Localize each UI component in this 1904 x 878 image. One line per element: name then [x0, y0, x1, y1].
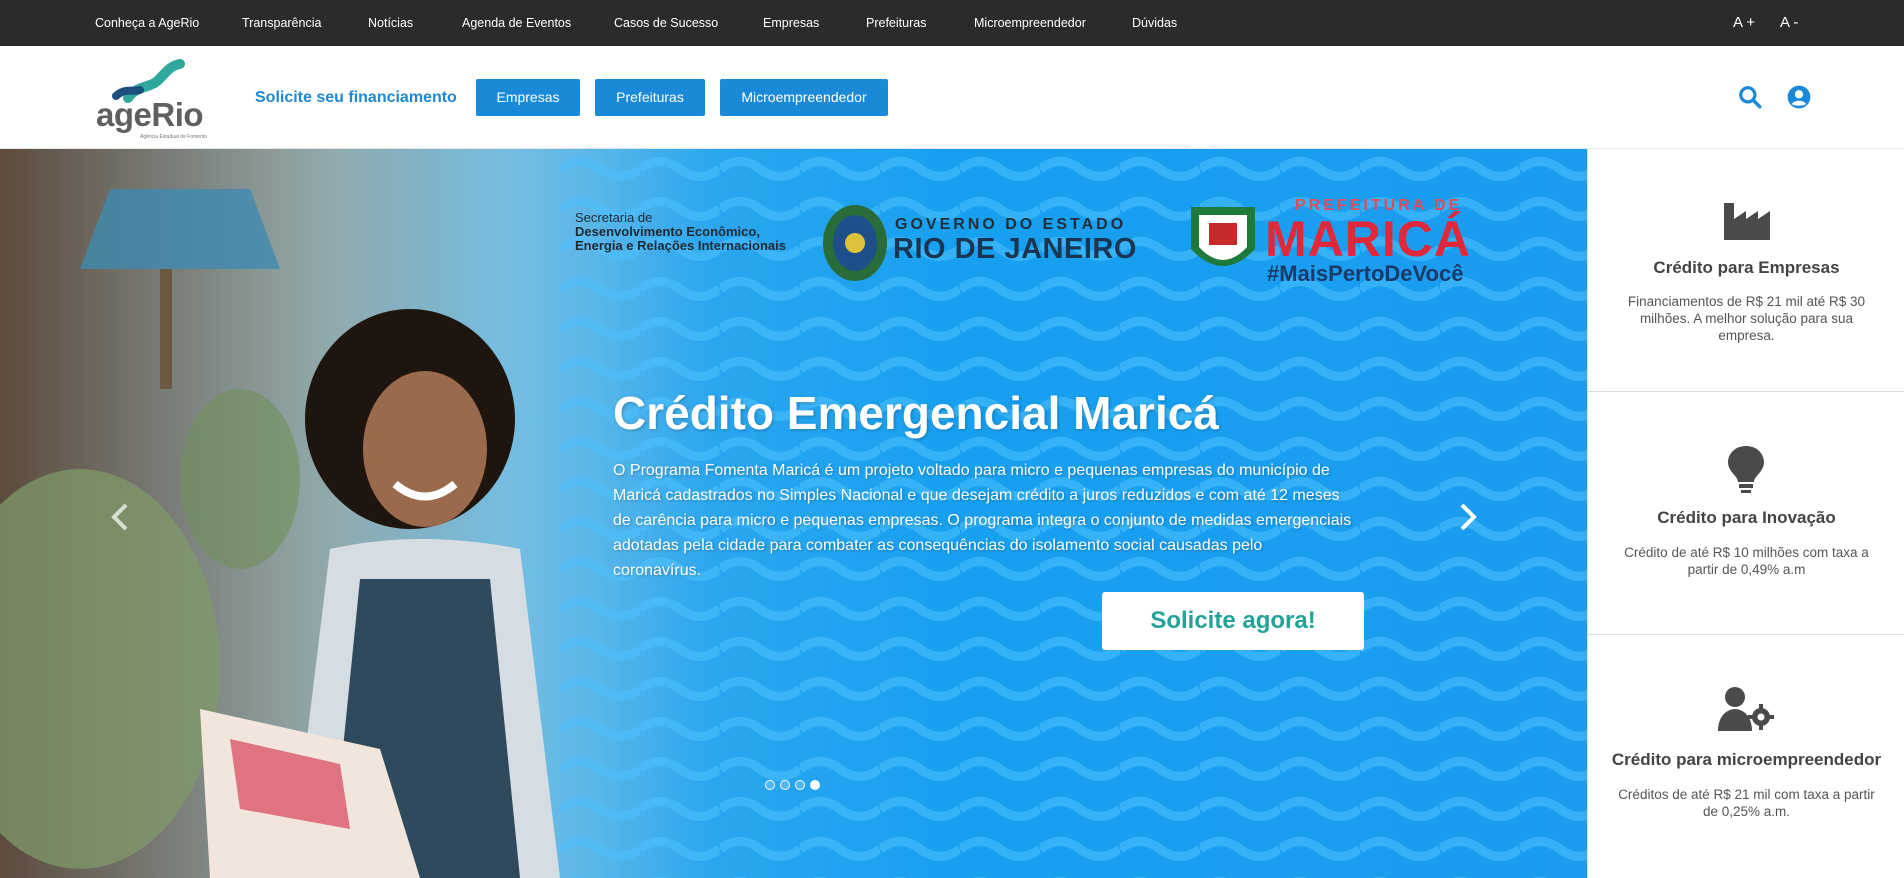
- empresas-button[interactable]: Empresas: [476, 79, 580, 116]
- rio-state-coat-of-arms-icon: [823, 205, 887, 281]
- card-desc-empresas: Financiamentos de R$ 21 mil até R$ 30 mi…: [1627, 294, 1866, 343]
- hero-title: Crédito Emergencial Maricá: [613, 387, 1219, 439]
- secretaria-line2: Desenvolvimento Econômico,: [575, 224, 760, 239]
- card-credito-empresas[interactable]: Crédito para Empresas Financiamentos de …: [1588, 149, 1904, 392]
- gov-estado-small-text: GOVERNO DO ESTADO: [895, 216, 1127, 233]
- site-header: ageRio Agência Estadual de Fomento Solic…: [0, 46, 1904, 149]
- card-title-inovacao: Crédito para Inovação: [1657, 508, 1836, 527]
- top-navigation-bar: Conheça a AgeRio Transparência Notícias …: [0, 0, 1904, 46]
- carousel-prev-arrow-icon[interactable]: [108, 499, 132, 535]
- lightbulb-icon: [1728, 446, 1764, 493]
- agerio-logo[interactable]: ageRio Agência Estadual de Fomento: [96, 58, 216, 142]
- factory-icon: [1724, 203, 1770, 240]
- marica-coat-of-arms-icon: [1191, 207, 1255, 266]
- topnav-link-duvidas[interactable]: Dúvidas: [1132, 0, 1177, 46]
- font-decrease-button[interactable]: A -: [1780, 0, 1798, 46]
- carousel-dot-3[interactable]: [795, 780, 805, 790]
- secretaria-line3: Energia e Relações Internacionais: [575, 238, 786, 253]
- card-title-microempreendedor: Crédito para microempreendedor: [1611, 750, 1882, 769]
- hero-carousel: Secretaria de Desenvolvimento Econômico,…: [0, 149, 1587, 878]
- prefeituras-button[interactable]: Prefeituras: [595, 79, 705, 116]
- topnav-link-casos[interactable]: Casos de Sucesso: [614, 0, 718, 46]
- card-title-empresas: Crédito para Empresas: [1653, 258, 1840, 277]
- card-desc-microempreendedor: Créditos de até R$ 21 mil com taxa a par…: [1618, 787, 1875, 819]
- topnav-link-prefeituras[interactable]: Prefeituras: [866, 0, 926, 46]
- user-gear-icon: [1718, 687, 1774, 731]
- topnav-link-empresas[interactable]: Empresas: [763, 0, 819, 46]
- gov-estado-big-text: RIO DE JANEIRO: [893, 233, 1137, 265]
- user-account-icon[interactable]: [1786, 84, 1812, 110]
- carousel-dot-2[interactable]: [780, 780, 790, 790]
- credit-cards-panel: Crédito para Empresas Financiamentos de …: [1587, 149, 1904, 878]
- carousel-next-arrow-icon[interactable]: [1456, 499, 1480, 535]
- partner-logos: Secretaria de Desenvolvimento Econômico,…: [575, 191, 1495, 291]
- solicite-financiamento-label[interactable]: Solicite seu financiamento: [255, 46, 457, 149]
- secretaria-line1: Secretaria de: [575, 210, 653, 225]
- search-icon[interactable]: [1737, 84, 1763, 110]
- topnav-link-conheca[interactable]: Conheça a AgeRio: [95, 0, 199, 46]
- microempreendedor-button[interactable]: Microempreendedor: [720, 79, 888, 116]
- topnav-link-agenda[interactable]: Agenda de Eventos: [462, 0, 571, 46]
- card-desc-inovacao: Crédito de até R$ 10 milhões com taxa a …: [1624, 545, 1869, 577]
- marica-hashtag: #MaisPertoDeVocê: [1267, 261, 1464, 286]
- carousel-indicators: [765, 777, 825, 790]
- carousel-dot-4-active[interactable]: [810, 780, 820, 790]
- card-credito-inovacao[interactable]: Crédito para Inovação Crédito de até R$ …: [1588, 392, 1904, 635]
- carousel-dot-1[interactable]: [765, 780, 775, 790]
- solicite-agora-button[interactable]: Solicite agora!: [1102, 592, 1364, 650]
- logo-subtitle: Agência Estadual de Fomento: [140, 134, 207, 140]
- secretaria-logo: Secretaria de Desenvolvimento Econômico,…: [575, 211, 786, 253]
- font-increase-button[interactable]: A +: [1733, 0, 1755, 46]
- marica-big-text: MARICÁ: [1265, 211, 1471, 267]
- logo-wordmark: ageRio: [96, 96, 204, 133]
- topnav-link-microempreendedor[interactable]: Microempreendedor: [974, 0, 1086, 46]
- hero-description: O Programa Fomenta Maricá é um projeto v…: [613, 462, 1352, 579]
- card-credito-microempreendedor[interactable]: Crédito para microempreendedor Créditos …: [1588, 635, 1904, 878]
- hero-photo-woman: [0, 149, 620, 878]
- topnav-link-transparencia[interactable]: Transparência: [242, 0, 321, 46]
- topnav-link-noticias[interactable]: Notícias: [368, 0, 413, 46]
